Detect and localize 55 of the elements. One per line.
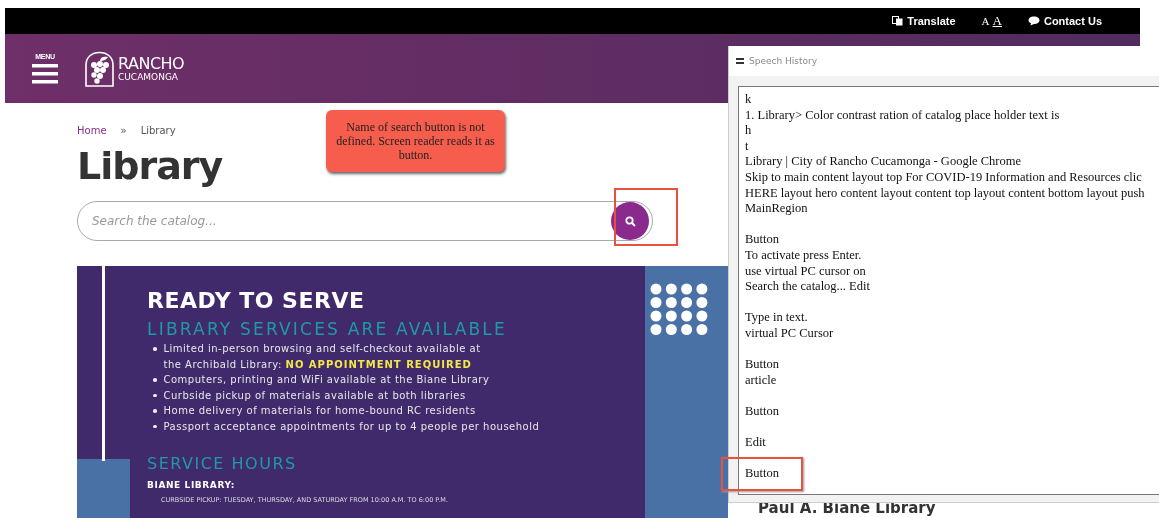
- translate-icon: [892, 16, 904, 26]
- log-line: Library | City of Rancho Cucamonga - Google Chrome: [745, 154, 1023, 170]
- service-item: Curbside pickup of materials available at both libraries: [163, 388, 466, 403]
- banner-subheading: LIBRARY SERVICES ARE AVAILABLE: [147, 319, 508, 339]
- banner-heading: READY TO SERVE: [147, 288, 366, 313]
- contact-link[interactable]: Contact Us: [1027, 15, 1102, 27]
- log-line: Button: [745, 357, 780, 373]
- log-line: use virtual PC cursor on: [745, 263, 867, 280]
- dot-grid-drawing: [649, 283, 709, 335]
- bullet-icon: [153, 393, 157, 397]
- log-line: Button: [745, 232, 781, 248]
- location-label: BIANE LIBRARY:: [147, 480, 236, 490]
- log-line: Button: [745, 403, 780, 420]
- search-icon: [624, 215, 636, 227]
- search-button[interactable]: [611, 202, 649, 240]
- log-line: t: [745, 138, 750, 155]
- translate-link[interactable]: Translate: [892, 15, 956, 27]
- log-line: article: [745, 372, 778, 389]
- log-line: k: [745, 92, 753, 108]
- logo-subtitle: CUCAMONGA: [118, 71, 180, 82]
- panel-title: Speech History: [749, 56, 818, 66]
- log-line: To activate press Enter.: [745, 247, 863, 264]
- menu-icon[interactable]: [736, 58, 744, 64]
- log-line: h: [745, 123, 753, 139]
- breadcrumb-item: »: [120, 124, 127, 136]
- text-larger-link[interactable]: A: [992, 13, 1002, 29]
- page-title: Library: [77, 143, 223, 190]
- service-item: Passport acceptance appointments for up to 4 people per household: [163, 419, 540, 434]
- logo-title: RANCHO: [118, 55, 185, 72]
- hours-heading: SERVICE HOURS: [147, 454, 298, 473]
- grapes-logo-icon: [84, 50, 115, 87]
- search-input[interactable]: Search the catalog...: [92, 214, 611, 228]
- menu-icon: [32, 62, 58, 85]
- speech-bubble-icon: [1027, 16, 1040, 26]
- log-line: Search the catalog... Edit: [745, 279, 870, 295]
- log-line: Type in text.: [745, 310, 809, 326]
- log-line: virtual PC Cursor: [745, 325, 834, 342]
- log-line: MainRegion: [745, 201, 809, 217]
- breadcrumb-item: Library: [140, 124, 176, 136]
- bullet-icon: [153, 347, 157, 351]
- log-line: Edit: [745, 435, 766, 451]
- log-line: 1. Library> Color contrast ration of catalog place holder text is: [745, 107, 1061, 124]
- log-line: Button: [745, 466, 780, 482]
- log-line: Skip to main content layout top For COVID-19 Information and Resources clic: [745, 169, 1143, 186]
- bullet-icon: [153, 409, 157, 413]
- service-item: Limited in-person browsing and self-checkout available at the Archibald Library: NO APPOINTMENT REQUIRED: [163, 342, 482, 372]
- bullet-icon: [153, 378, 157, 382]
- accent-square: [77, 459, 130, 518]
- log-line: HERE layout hero content layout content top layout content bottom layout push: [745, 185, 1145, 202]
- service-item: Home delivery of materials for home-bound RC residents: [163, 404, 476, 418]
- annotation-callout: Name of search button is not defined. Screen reader reads it as button.: [326, 110, 505, 172]
- text-smaller-link[interactable]: A: [981, 15, 990, 27]
- service-item: Computers, printing and WiFi available at the Biane Library: [163, 373, 490, 387]
- breadcrumb-link[interactable]: Home: [77, 124, 107, 136]
- bullet-icon: [153, 424, 157, 428]
